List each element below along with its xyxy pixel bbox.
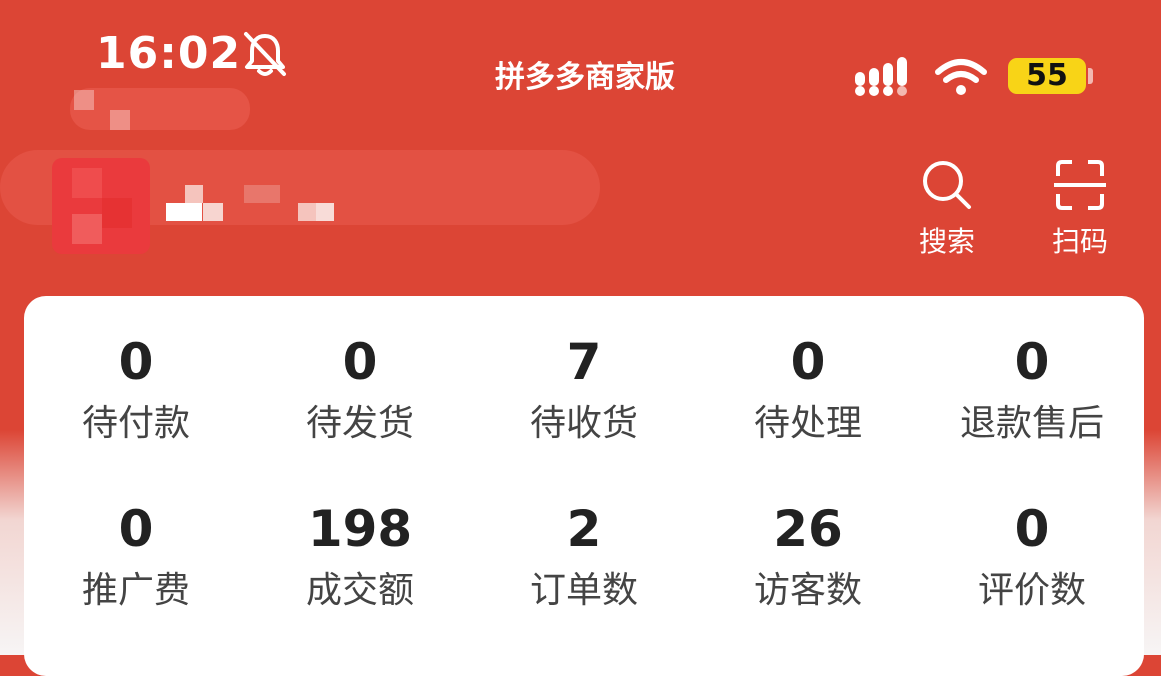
blurred-region — [70, 88, 250, 130]
search-label: 搜索 — [918, 225, 975, 258]
stat-value: 0 — [790, 333, 826, 391]
shop-avatar[interactable] — [52, 158, 150, 254]
stat-value: 0 — [118, 333, 154, 391]
stat-value: 0 — [1014, 500, 1050, 558]
stat-label: 评价数 — [977, 570, 1086, 611]
bell-muted-icon — [244, 32, 286, 76]
app-title: 拼多多商家版 — [495, 60, 675, 95]
battery-level: 55 — [1008, 58, 1086, 94]
stat-label: 待发货 — [305, 403, 414, 444]
stat-pending-payment[interactable]: 0 待付款 — [24, 332, 248, 448]
stat-gmv[interactable]: 198 成交额 — [248, 499, 472, 615]
avatar-pixel — [72, 168, 102, 198]
stat-label: 成交额 — [305, 570, 414, 611]
stat-value: 7 — [566, 333, 602, 391]
battery-cap — [1088, 68, 1093, 84]
blurred-pixel — [298, 203, 316, 221]
stats-card: 0 待付款 0 待发货 7 待收货 0 待处理 0 退款售后 0 推广费 198… — [24, 296, 1144, 676]
blurred-pixel — [166, 203, 202, 221]
avatar-pixel — [72, 214, 102, 244]
blurred-pixel — [74, 90, 94, 110]
stat-promotion-fee[interactable]: 0 推广费 — [24, 499, 248, 615]
scan-label: 扫码 — [1051, 225, 1108, 258]
signal-icon — [855, 57, 907, 96]
stat-pending-handling[interactable]: 0 待处理 — [696, 332, 920, 448]
stat-refunds[interactable]: 0 退款售后 — [920, 332, 1144, 448]
stat-order-count[interactable]: 2 订单数 — [472, 499, 696, 615]
stat-label: 订单数 — [529, 570, 638, 611]
stat-label: 推广费 — [81, 570, 190, 611]
business-stats-row: 0 推广费 198 成交额 2 订单数 26 访客数 0 评价数 — [24, 499, 1144, 615]
blurred-pixel — [203, 203, 223, 221]
stat-pending-shipment[interactable]: 0 待发货 — [248, 332, 472, 448]
scan-icon — [1054, 160, 1106, 210]
stat-label: 待付款 — [81, 403, 190, 444]
stat-value: 26 — [773, 500, 843, 558]
stat-value: 0 — [118, 500, 154, 558]
stat-value: 0 — [1014, 333, 1050, 391]
stat-value: 2 — [566, 500, 602, 558]
search-button[interactable]: 搜索 — [897, 158, 997, 260]
stat-label: 退款售后 — [959, 403, 1104, 444]
stat-label: 访客数 — [753, 570, 862, 611]
stat-label: 待处理 — [753, 403, 862, 444]
blurred-pixel — [244, 185, 280, 203]
stat-visitors[interactable]: 26 访客数 — [696, 499, 920, 615]
stat-value: 0 — [342, 333, 378, 391]
order-stats-row: 0 待付款 0 待发货 7 待收货 0 待处理 0 退款售后 — [24, 332, 1144, 448]
stat-pending-receipt[interactable]: 7 待收货 — [472, 332, 696, 448]
avatar-pixel — [102, 198, 132, 228]
stat-label: 待收货 — [529, 403, 638, 444]
blurred-pixel — [316, 203, 334, 221]
blurred-pixel — [185, 185, 203, 203]
stat-reviews[interactable]: 0 评价数 — [920, 499, 1144, 615]
search-icon — [923, 161, 971, 209]
blurred-pixel — [110, 110, 130, 130]
scan-button[interactable]: 扫码 — [1030, 158, 1130, 260]
wifi-icon — [935, 59, 987, 95]
status-time: 16:02 — [96, 28, 242, 79]
stat-value: 198 — [307, 500, 413, 558]
